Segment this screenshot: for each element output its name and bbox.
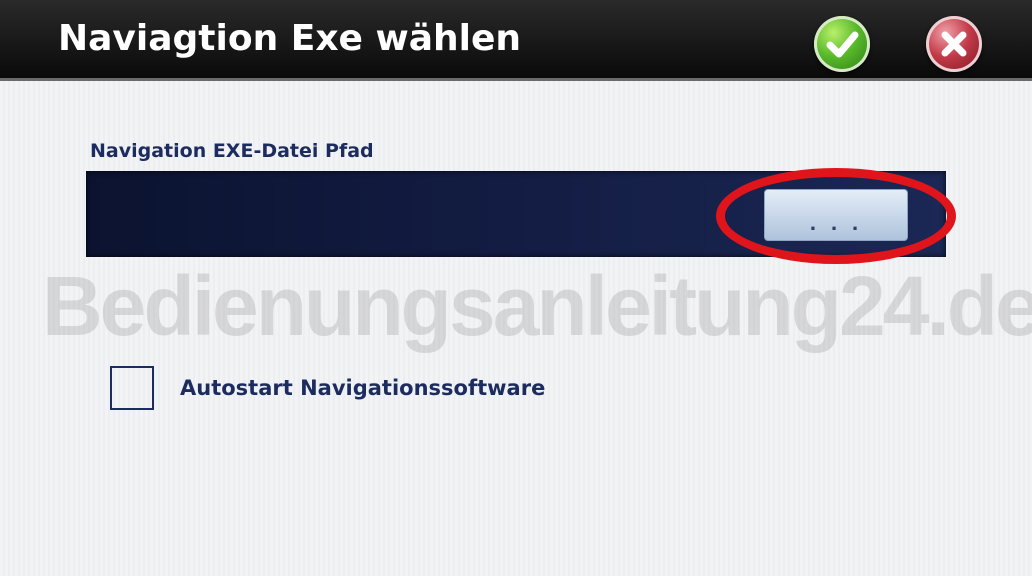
checkmark-icon bbox=[826, 31, 859, 58]
close-icon bbox=[941, 31, 967, 57]
browse-button[interactable]: . . . bbox=[764, 189, 908, 241]
dialog-title: Naviagtion Exe wählen bbox=[58, 18, 522, 59]
dialog-window: Naviagtion Exe wählen Navigation EXE-Dat… bbox=[0, 0, 1032, 576]
exe-path-label: Navigation EXE-Datei Pfad bbox=[90, 140, 374, 162]
confirm-button[interactable] bbox=[814, 16, 870, 72]
autostart-label[interactable]: Autostart Navigationssoftware bbox=[180, 376, 545, 400]
autostart-checkbox[interactable] bbox=[110, 366, 154, 410]
title-bar: Naviagtion Exe wählen bbox=[0, 0, 1032, 81]
cancel-button[interactable] bbox=[926, 16, 982, 72]
